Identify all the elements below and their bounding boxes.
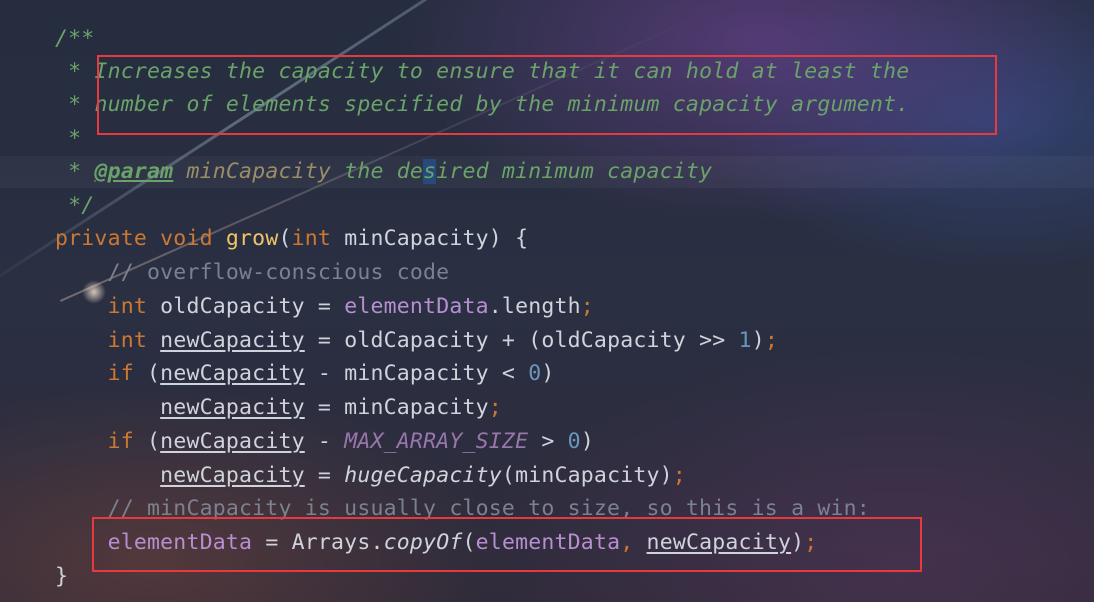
comment-star: * — [55, 159, 95, 184]
code-line-12: newCapacity = minCapacity; — [160, 395, 502, 420]
keyword-private: private — [55, 226, 148, 251]
comment-star: * — [55, 59, 95, 84]
comment-star: * — [55, 126, 82, 151]
keyword-if: if — [55, 429, 134, 454]
keyword-int: int — [291, 226, 332, 251]
javadoc-param-tag[interactable]: @param — [94, 159, 173, 184]
javadoc-open: /** — [55, 26, 95, 51]
javadoc-param-name: minCapacity — [186, 159, 332, 184]
code-line-17: } — [55, 560, 68, 594]
variable-newCapacity[interactable]: newCapacity — [160, 361, 305, 386]
code-line-11: if (newCapacity - minCapacity < 0) — [55, 361, 555, 386]
code-line-7: private void grow(int minCapacity) { — [55, 226, 529, 251]
keyword-void: void — [147, 226, 226, 251]
code-line-8: // overflow-conscious code — [55, 256, 450, 290]
variable-newCapacity[interactable]: newCapacity — [160, 328, 305, 353]
line-comment: // overflow-conscious code — [55, 260, 450, 285]
code-line-14: newCapacity = hugeCapacity(minCapacity); — [160, 463, 686, 488]
keyword-int: int — [55, 328, 148, 353]
code-line-4: * — [55, 122, 81, 156]
variable-newCapacity[interactable]: newCapacity — [160, 463, 305, 488]
highlight-box-copyof-line — [92, 517, 922, 572]
keyword-int: int — [55, 294, 148, 319]
variable-newCapacity[interactable]: newCapacity — [160, 395, 305, 420]
highlight-box-javadoc — [97, 55, 997, 135]
code-line-10: int newCapacity = oldCapacity + (oldCapa… — [55, 328, 778, 353]
comment-star: * — [55, 92, 95, 117]
number-literal: 0 — [528, 361, 542, 386]
variable-newCapacity[interactable]: newCapacity — [160, 429, 305, 454]
field-elementData[interactable]: elementData — [344, 294, 489, 319]
method-call-hugeCapacity[interactable]: hugeCapacity — [344, 463, 502, 488]
code-line-13: if (newCapacity - MAX_ARRAY_SIZE > 0) — [55, 429, 594, 454]
code-line-5: * @param minCapacity the desired minimum… — [55, 159, 713, 184]
number-literal: 1 — [738, 328, 752, 353]
text-caret: s — [423, 159, 437, 184]
closing-brace: } — [55, 564, 69, 589]
number-literal: 0 — [567, 429, 581, 454]
code-line-6: */ — [55, 189, 94, 223]
code-line-9: int oldCapacity = elementData.length; — [55, 294, 594, 319]
code-line-1: /** — [55, 22, 94, 56]
constant-MAX_ARRAY_SIZE[interactable]: MAX_ARRAY_SIZE — [344, 429, 528, 454]
javadoc-close: */ — [55, 193, 95, 218]
keyword-if: if — [55, 361, 134, 386]
method-name-grow[interactable]: grow — [226, 226, 279, 251]
